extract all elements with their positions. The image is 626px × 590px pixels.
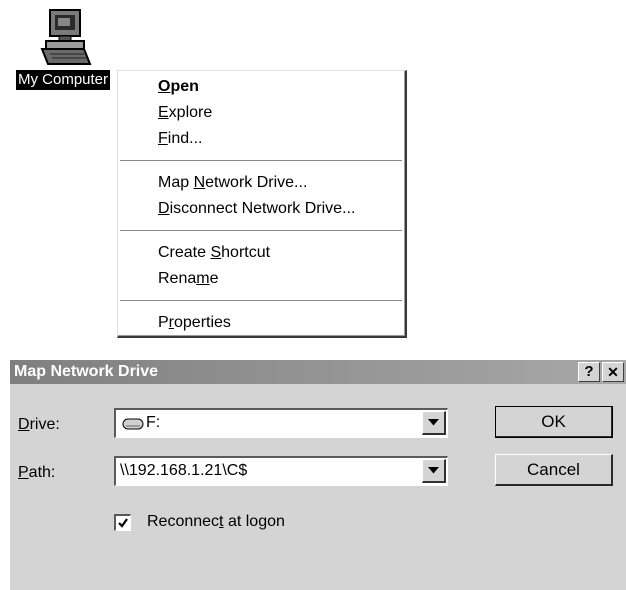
menu-item-disconnect-network-drive[interactable]: Disconnect Network Drive... bbox=[158, 197, 355, 221]
drive-value: F: bbox=[146, 414, 161, 431]
dialog-title: Map Network Drive bbox=[14, 363, 159, 380]
reconnect-label[interactable]: Reconnect at logon bbox=[147, 510, 285, 534]
dialog-title-bar[interactable]: Map Network Drive ? ✕ bbox=[10, 360, 626, 384]
path-label-accel: P bbox=[18, 464, 29, 481]
menu-item-find[interactable]: Find... bbox=[158, 127, 202, 151]
accelerator-key: N bbox=[193, 174, 206, 191]
path-dropdown[interactable]: \\192.168.1.21\C$ bbox=[114, 456, 448, 486]
accelerator-key: F bbox=[158, 130, 168, 147]
accelerator-key: m bbox=[196, 270, 210, 287]
menu-separator bbox=[120, 300, 402, 302]
menu-item-explore[interactable]: Explore bbox=[158, 101, 212, 125]
chevron-down-icon bbox=[428, 419, 439, 426]
help-button[interactable]: ? bbox=[578, 362, 600, 382]
path-label: Path: bbox=[18, 461, 55, 485]
drive-dropdown-arrow[interactable] bbox=[422, 411, 446, 435]
accelerator-key: D bbox=[158, 200, 170, 217]
drive-icon bbox=[122, 418, 144, 430]
context-menu: Open Explore Find... Map Network Drive... Di… bbox=[117, 70, 407, 338]
my-computer-label: My Computer bbox=[16, 70, 111, 90]
my-computer-icon bbox=[40, 9, 92, 65]
menu-separator bbox=[120, 230, 402, 232]
accelerator-key: r bbox=[168, 314, 174, 331]
chevron-down-icon bbox=[428, 467, 439, 474]
checkmark-icon bbox=[118, 518, 128, 528]
accelerator-key: S bbox=[210, 244, 222, 261]
drive-dropdown[interactable]: F: bbox=[114, 408, 448, 438]
cancel-button[interactable]: Cancel bbox=[495, 454, 613, 486]
map-network-drive-dialog: Map Network Drive ? ✕ Drive: F: OK Path:… bbox=[10, 360, 626, 590]
menu-separator bbox=[120, 160, 402, 162]
menu-item-rename[interactable]: Rename bbox=[158, 267, 218, 291]
accelerator-key: t bbox=[219, 513, 224, 530]
reconnect-checkbox[interactable] bbox=[114, 514, 131, 531]
path-dropdown-arrow[interactable] bbox=[422, 459, 446, 483]
drive-label-rest: rive: bbox=[29, 416, 60, 433]
drive-label-accel: D bbox=[18, 416, 30, 433]
menu-item-properties[interactable]: Properties bbox=[158, 311, 231, 335]
menu-item-map-network-drive[interactable]: Map Network Drive... bbox=[158, 171, 307, 195]
menu-item-open[interactable]: Open bbox=[158, 75, 199, 99]
path-value: \\192.168.1.21\C$ bbox=[120, 462, 248, 479]
path-label-rest: ath: bbox=[28, 464, 56, 481]
my-computer-desktop-icon[interactable]: My Computer bbox=[14, 8, 118, 90]
menu-item-create-shortcut[interactable]: Create Shortcut bbox=[158, 241, 270, 265]
drive-label: Drive: bbox=[18, 413, 60, 437]
ok-button[interactable]: OK bbox=[495, 406, 613, 438]
accelerator-key: E bbox=[158, 104, 169, 121]
close-button[interactable]: ✕ bbox=[602, 362, 624, 382]
accelerator-key: O bbox=[158, 78, 171, 95]
